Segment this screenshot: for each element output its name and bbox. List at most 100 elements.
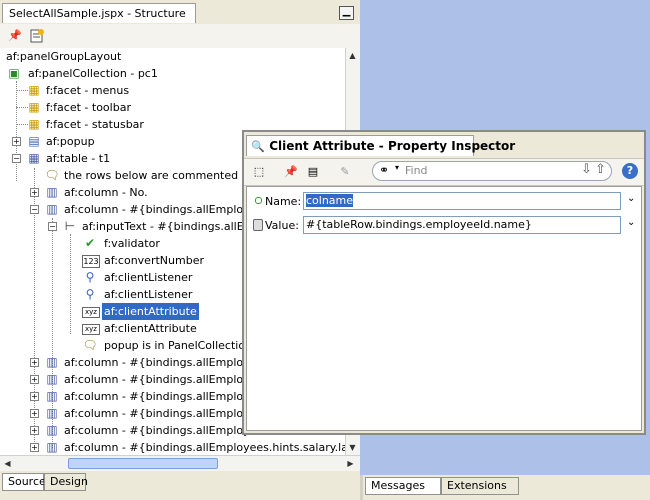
tab-source-label: Source xyxy=(8,475,46,488)
facet-icon: ▦ xyxy=(28,100,40,114)
pin-icon[interactable]: 📌 xyxy=(6,28,24,44)
help-icon-glyph: ? xyxy=(626,164,634,177)
scroll-right-icon[interactable]: ▶ xyxy=(344,457,357,470)
expand-icon[interactable]: + xyxy=(30,358,39,367)
structure-tab[interactable]: SelectAllSample.jspx - Structure xyxy=(2,3,196,23)
expand-icon[interactable]: + xyxy=(30,426,39,435)
tree-item-label: f:facet - menus xyxy=(46,84,130,97)
freeze-view-icon[interactable]: ▤ xyxy=(304,164,322,180)
tree-item-label: af:column - #{bindings.allEmployees xyxy=(64,373,269,386)
tree-item-label: af:clientAttribute xyxy=(104,322,197,335)
expression-icon xyxy=(253,219,263,231)
column-icon: ▥ xyxy=(46,406,58,420)
freeze-view-icon[interactable] xyxy=(28,28,46,44)
name-value: colname xyxy=(306,194,354,207)
expand-icon[interactable]: + xyxy=(30,409,39,418)
tab-extensions-label: Extensions xyxy=(447,479,507,492)
horizontal-scrollbar[interactable]: ◀ ▶ xyxy=(0,455,360,472)
inspector-tab[interactable]: 🔍 Client Attribute - Property Inspector xyxy=(246,135,515,156)
inspector-properties: Name: colname ⌄ Value: #{tableRow.bindin… xyxy=(246,186,642,431)
pin-icon[interactable]: 📌 xyxy=(282,164,300,180)
structure-tabstrip: SelectAllSample.jspx - Structure ▁ xyxy=(0,0,360,25)
tree-item-label: af:panelGroupLayout xyxy=(6,50,122,63)
column-icon: ▥ xyxy=(46,423,58,437)
find-field[interactable]: ⚭ ▾ Find ⇩ ⇧ xyxy=(372,161,612,181)
tree-item-label: af:inputText - #{bindings.allEmp xyxy=(82,220,262,233)
table-icon: ▦ xyxy=(28,151,40,165)
tree-item-label: af:popup xyxy=(46,135,95,148)
horizontal-scroll-thumb[interactable] xyxy=(68,458,218,469)
name-field[interactable]: colname xyxy=(303,192,621,210)
value-dropdown-icon[interactable]: ⌄ xyxy=(627,217,635,228)
expand-icon[interactable]: + xyxy=(30,188,39,197)
convert-number-icon: 123 xyxy=(82,255,100,268)
select-icon[interactable]: ⬚ xyxy=(250,164,268,180)
tree-item-label: af:column - #{bindings.allEmployees xyxy=(64,424,269,437)
expand-icon[interactable]: + xyxy=(30,443,39,452)
column-icon: ▥ xyxy=(46,440,58,454)
validator-icon: ✔ xyxy=(84,236,96,250)
inspector-toolbar: ⬚ 📌 ▤ ✎ ⚭ ▾ Find ⇩ ⇧ ? xyxy=(244,158,644,186)
value-field[interactable]: #{tableRow.bindings.employeeId.name} xyxy=(303,216,621,234)
client-attribute-icon: xyz xyxy=(82,307,100,318)
panel-collection-icon: ▣ xyxy=(8,66,20,80)
facet-icon: ▦ xyxy=(28,117,40,131)
binoculars-icon: ⚭ xyxy=(379,163,390,177)
structure-tab-title: SelectAllSample.jspx - Structure xyxy=(9,7,186,20)
collapse-icon[interactable]: − xyxy=(48,222,57,231)
name-dropdown-icon[interactable]: ⌄ xyxy=(627,193,635,204)
tree-item-label: f:facet - statusbar xyxy=(46,118,144,131)
column-icon: ▥ xyxy=(46,372,58,386)
expand-icon[interactable]: + xyxy=(12,137,21,146)
find-next-icon[interactable]: ⇩ xyxy=(581,162,592,177)
tab-extensions[interactable]: Extensions xyxy=(441,477,519,495)
tree-item-label: af:column - #{bindings.allEmployees xyxy=(64,356,269,369)
editor-mode-tabs: Source Design xyxy=(0,471,360,500)
collapse-icon[interactable]: − xyxy=(30,205,39,214)
value-label: Value: xyxy=(265,219,299,232)
scroll-down-icon[interactable]: ▼ xyxy=(346,441,359,454)
structure-toolbar: 📌 xyxy=(0,24,360,49)
tree-item-label: the rows below are commented out f xyxy=(64,169,267,182)
column-icon: ▥ xyxy=(46,202,58,216)
property-inspector-window: 🔍 Client Attribute - Property Inspector … xyxy=(242,130,646,435)
tree-item-label: af:column - #{bindings.allEmployees xyxy=(64,390,269,403)
value-text: #{tableRow.bindings.employeeId.name} xyxy=(306,218,532,231)
tree-item-label: af:table - t1 xyxy=(46,152,111,165)
name-property-row xyxy=(255,195,263,204)
expand-icon[interactable]: + xyxy=(30,392,39,401)
freeze-view-icon-graphic xyxy=(30,29,44,43)
facet-icon: ▦ xyxy=(28,83,40,97)
scroll-up-icon[interactable]: ▲ xyxy=(346,49,359,62)
comment-icon: 🗨 xyxy=(82,338,98,352)
help-icon[interactable]: ? xyxy=(622,163,638,179)
scroll-left-icon[interactable]: ◀ xyxy=(1,457,14,470)
tree-item-label: f:facet - toolbar xyxy=(46,101,131,114)
comment-icon: 🗨 xyxy=(44,168,60,182)
tab-messages-label: Messages xyxy=(371,479,425,492)
find-dropdown-icon[interactable]: ▾ xyxy=(395,163,399,172)
tree-item-label: af:panelCollection - pc1 xyxy=(28,67,158,80)
tree-item-label: af:convertNumber xyxy=(104,254,204,267)
expand-icon[interactable]: + xyxy=(30,375,39,384)
inspector-titlebar: 🔍 Client Attribute - Property Inspector xyxy=(244,132,644,156)
client-listener-icon: ⚲ xyxy=(85,287,95,301)
name-label: Name: xyxy=(265,195,302,208)
minimize-icon: ▁ xyxy=(342,6,351,17)
tree-item-label: af:column - #{bindings.allEmployees xyxy=(64,407,269,420)
log-panel-tabs: Messages Extensions xyxy=(360,475,650,500)
tab-source[interactable]: Source xyxy=(2,473,46,491)
tree-item-label: af:column - #{bindings.allEmployees.hint… xyxy=(64,441,345,454)
tree-item-label: f:validator xyxy=(104,237,160,250)
tab-design[interactable]: Design xyxy=(44,473,88,491)
tab-messages[interactable]: Messages xyxy=(365,477,441,495)
find-placeholder: Find xyxy=(405,164,428,177)
inspector-icon: 🔍 xyxy=(251,140,265,153)
tree-item-label: af:clientListener xyxy=(104,271,193,284)
inspector-title: Client Attribute - Property Inspector xyxy=(269,139,516,153)
find-previous-icon[interactable]: ⇧ xyxy=(595,162,606,177)
input-text-icon: ⊢ xyxy=(64,219,76,233)
minimize-button[interactable]: ▁ xyxy=(339,6,354,20)
collapse-icon[interactable]: − xyxy=(12,154,21,163)
edit-icon[interactable]: ✎ xyxy=(336,164,354,180)
